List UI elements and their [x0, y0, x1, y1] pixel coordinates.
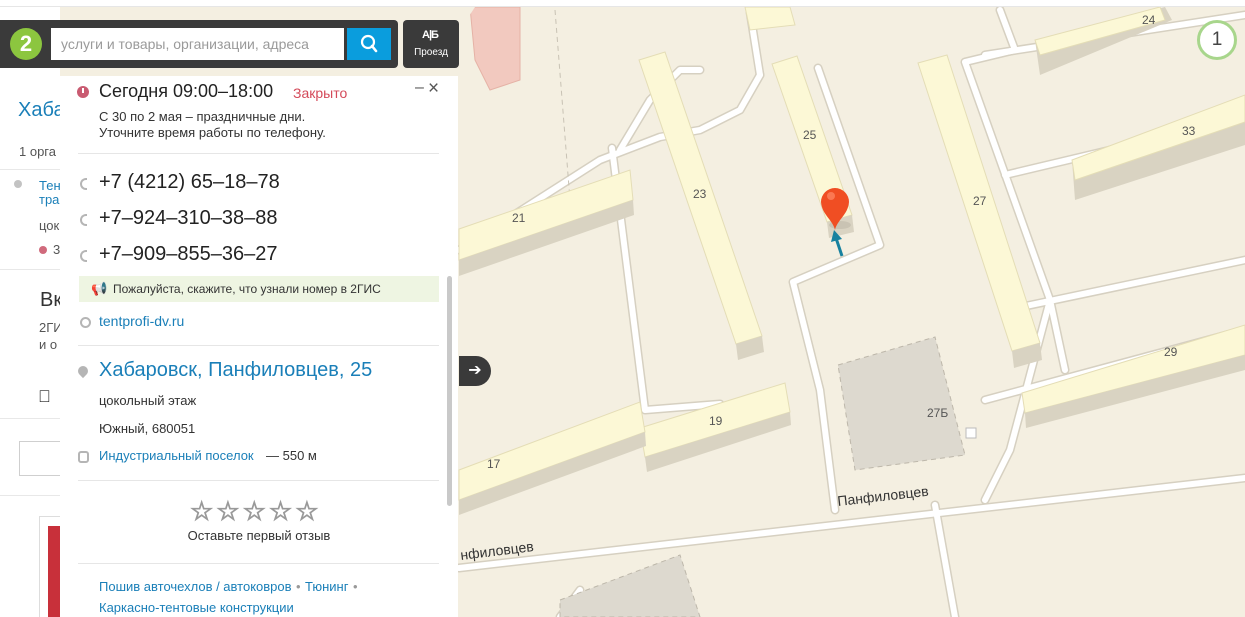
house-number-17: 17 — [487, 457, 501, 471]
address-link[interactable]: Хабаровск, Панфиловцев, 25 — [99, 359, 372, 382]
organization-card: Сегодня 09:00–18:00 Закрыто – × С 30 по … — [60, 76, 458, 617]
result-name-line2[interactable]: тра — [39, 193, 59, 207]
search-button[interactable] — [347, 28, 391, 60]
bus-stop-distance: — 550 м — [266, 448, 317, 463]
expand-arrow-button[interactable]: ➔ — [459, 356, 491, 386]
address-floor: цокольный этаж — [99, 393, 197, 408]
divider — [0, 418, 60, 419]
divider — [78, 480, 439, 481]
divider — [78, 153, 439, 154]
bus-stop-link[interactable]: Индустриальный поселок — [99, 448, 254, 463]
promo-input[interactable] — [19, 441, 60, 476]
close-icon[interactable]: × — [428, 79, 439, 98]
house-number-27: 27 — [973, 194, 987, 208]
divider — [78, 563, 439, 564]
results-count: 1 орга — [19, 144, 56, 159]
divider — [78, 345, 439, 346]
search-bar: 2 — [0, 20, 398, 68]
website-link[interactable]: tentprofi-dv.ru — [99, 313, 184, 329]
clock-icon — [39, 246, 47, 254]
pin-icon — [14, 180, 22, 188]
first-review-prompt[interactable]: Оставьте первый отзыв — [60, 528, 458, 543]
marker-counter[interactable]: 1 — [1197, 20, 1237, 60]
house-number-19: 19 — [709, 414, 723, 428]
apple-icon[interactable]:  — [38, 387, 51, 407]
search-input[interactable] — [51, 28, 344, 60]
route-label: Проезд — [414, 47, 448, 58]
logo-2gis[interactable]: 2 — [10, 28, 42, 60]
mention-notice: 📢 Пожалуйста, скажите, что узнали номер … — [79, 276, 439, 302]
pin-icon — [75, 363, 91, 379]
rubric-separator: • — [295, 579, 301, 594]
status-closed: Закрыто — [293, 85, 348, 101]
route-icon: А|Б — [422, 29, 439, 41]
rubric-link[interactable]: Каркасно-тентовые конструкции — [99, 600, 294, 615]
browser-top-strip — [0, 0, 1245, 7]
house-number-27b: 27Б — [927, 406, 948, 420]
result-hours: 3 — [53, 242, 60, 257]
mention-notice-text: Пожалуйста, скажите, что узнали номер в … — [113, 282, 381, 296]
promo-desc-line1: 2ГИ — [39, 320, 60, 335]
clock-icon — [77, 86, 89, 98]
holiday-line1: С 30 по 2 мая – праздничные дни. — [99, 109, 306, 124]
card-scrollbar[interactable] — [447, 276, 452, 506]
divider — [0, 269, 60, 270]
house-number-29: 29 — [1164, 345, 1178, 359]
result-floor: цокол — [39, 218, 60, 233]
results-title[interactable]: Хабар — [18, 99, 60, 122]
divider — [0, 495, 60, 496]
result-name-line1[interactable]: Тен — [39, 179, 60, 193]
rubric-link[interactable]: Тюнинг — [305, 579, 348, 594]
phone-icon — [80, 250, 87, 262]
search-icon — [360, 34, 378, 53]
holiday-note: С 30 по 2 мая – праздничные дни. Уточнит… — [99, 109, 326, 141]
globe-icon — [80, 317, 91, 328]
phone-number-1[interactable]: +7 (4212) 65–18–78 — [99, 171, 280, 194]
rating-stars[interactable]: ☆☆☆☆☆ — [190, 498, 322, 525]
holiday-line2: Уточните время работы по телефону. — [99, 125, 326, 140]
route-button[interactable]: А|Б Проезд — [403, 20, 459, 68]
house-number-33: 33 — [1182, 124, 1196, 138]
megaphone-icon: 📢 — [91, 281, 108, 296]
promo-heading: Вк — [40, 289, 60, 311]
rubric-separator: • — [352, 579, 358, 594]
house-number-25: 25 — [803, 128, 817, 142]
house-number-21: 21 — [512, 211, 526, 225]
house-number-23: 23 — [693, 187, 707, 201]
rubric-link[interactable]: Пошив авточехлов / автоковров — [99, 579, 292, 594]
rubrics-line1: Пошив авточехлов / автоковров • Тюнинг • — [99, 578, 358, 596]
address-district: Южный, 680051 — [99, 421, 196, 436]
ad-banner-stripe — [48, 526, 60, 617]
minimize-icon[interactable]: – — [415, 79, 424, 97]
divider — [0, 169, 60, 170]
opening-hours: Сегодня 09:00–18:00 — [99, 81, 274, 101]
phone-icon — [80, 178, 87, 190]
results-panel: Хабар 1 орга Тен тра цокол 3 Вк 2ГИ и о … — [0, 7, 60, 617]
phone-icon — [80, 214, 87, 226]
rubrics-line2: Каркасно-тентовые конструкции — [99, 599, 294, 617]
bus-icon — [78, 451, 89, 463]
phone-number-2[interactable]: +7–924–310–38–88 — [99, 207, 278, 230]
promo-desc-line2: и о — [39, 337, 58, 352]
phone-number-3[interactable]: +7–909–855–36–27 — [99, 243, 278, 266]
house-number-24: 24 — [1142, 13, 1156, 27]
